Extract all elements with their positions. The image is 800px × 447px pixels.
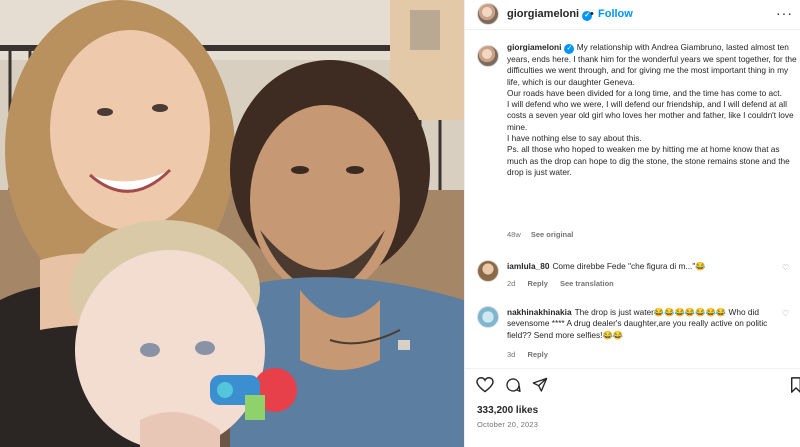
- post-side-panel: giorgiameloni ✓ • Follow ··· giorgiamelon…: [464, 0, 800, 447]
- post-photo[interactable]: [0, 0, 464, 447]
- verified-badge-icon: ✓: [564, 44, 575, 54]
- comment-time: 3d: [507, 350, 516, 359]
- caption-paragraph-5: Ps. all those who hoped to weaken me by …: [507, 144, 790, 177]
- comment-username[interactable]: iamlula_80: [507, 261, 549, 271]
- author-avatar[interactable]: [477, 3, 499, 25]
- comment-text: iamlula_80 Come direbbe Fede "che figura …: [507, 261, 789, 272]
- comment-username[interactable]: nakhinakhinakia: [507, 307, 572, 317]
- post-date: October 20, 2023: [477, 420, 539, 429]
- comment-time: 2d: [507, 279, 516, 288]
- caption-paragraph-4: I have nothing else to say about this.: [507, 133, 642, 144]
- share-icon[interactable]: [532, 377, 548, 393]
- caption-paragraph-2: Our roads have been divided for a long t…: [507, 87, 782, 98]
- caption-meta: 48w See original: [507, 230, 581, 239]
- comment-icon[interactable]: [505, 377, 521, 393]
- bookmark-icon[interactable]: [791, 377, 800, 393]
- comment-text: nakhinakhinakia The drop is just water😂😂😂…: [507, 307, 789, 341]
- comment-avatar[interactable]: [477, 260, 499, 282]
- caption-time[interactable]: 48w: [507, 230, 521, 239]
- reply-button[interactable]: Reply: [527, 279, 547, 288]
- comment-meta: 2d Reply See translation: [507, 279, 624, 288]
- comment-avatar[interactable]: [477, 306, 499, 328]
- caption-avatar[interactable]: [477, 45, 499, 67]
- caption-username[interactable]: giorgiameloni: [507, 42, 561, 52]
- action-bar: [465, 368, 800, 398]
- caption-body: giorgiameloni ✓ My relationship with Andr…: [507, 42, 797, 178]
- follow-button[interactable]: Follow: [598, 8, 633, 20]
- photo-illustration: [0, 0, 464, 447]
- more-options-icon[interactable]: ···: [776, 5, 793, 21]
- author-username-text[interactable]: giorgiameloni: [507, 8, 579, 20]
- comment-meta: 3d Reply: [507, 350, 558, 359]
- separator-dot: •: [590, 8, 594, 20]
- see-original-link[interactable]: See original: [531, 230, 574, 239]
- post-header: giorgiameloni ✓ • Follow ···: [465, 0, 800, 30]
- likes-count[interactable]: 333,200 likes: [477, 405, 538, 416]
- heart-icon[interactable]: [476, 377, 494, 393]
- see-translation-link[interactable]: See translation: [560, 279, 614, 288]
- caption-paragraph-3: I will defend who we were, I will defend…: [507, 99, 794, 132]
- author-username[interactable]: giorgiameloni ✓: [507, 8, 593, 21]
- comment-like-heart-icon[interactable]: ♡: [782, 263, 789, 272]
- comment-like-heart-icon[interactable]: ♡: [782, 309, 789, 318]
- reply-button[interactable]: Reply: [527, 350, 547, 359]
- comment-body: Come direbbe Fede "che figura di m..."😂: [552, 261, 706, 271]
- caption-paragraph-1: giorgiameloni ✓ My relationship with Andr…: [507, 42, 797, 88]
